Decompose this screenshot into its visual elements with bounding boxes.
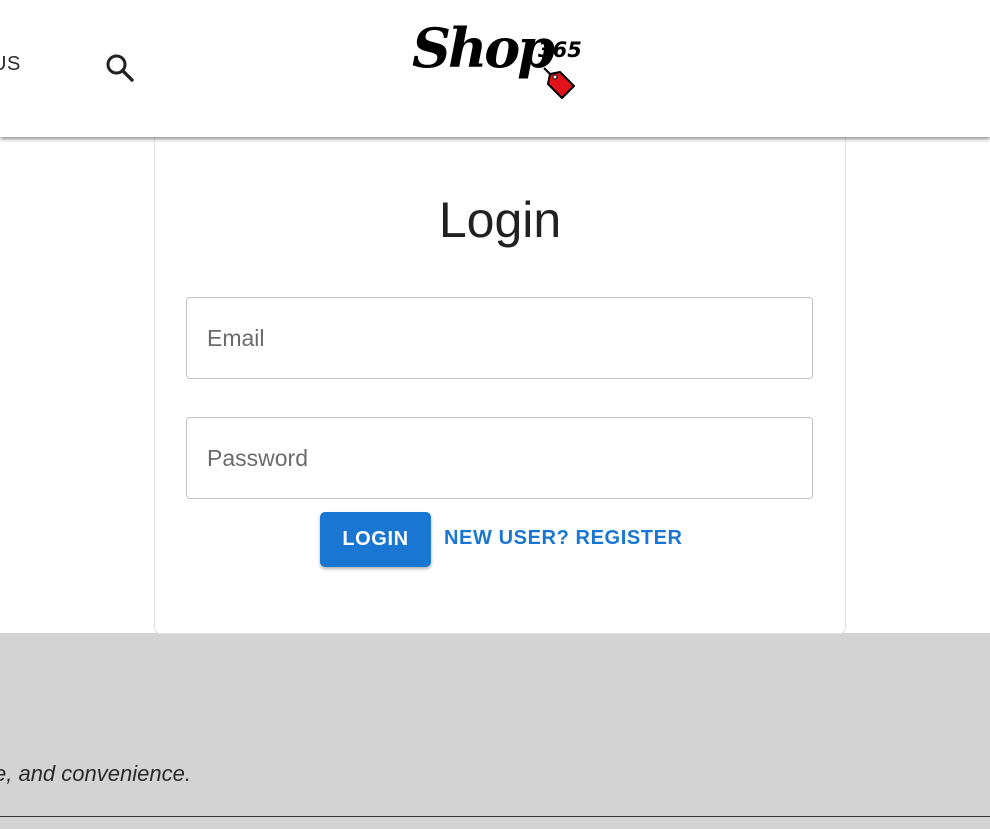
email-input[interactable] xyxy=(187,298,812,378)
footer-tagline: e, and convenience. xyxy=(0,761,191,786)
password-input[interactable] xyxy=(187,418,812,498)
price-tag-icon xyxy=(543,67,575,99)
site-header: US Shop 365 xyxy=(0,0,990,137)
nav-link-partial[interactable]: US xyxy=(0,53,21,76)
register-link[interactable]: NEW USER? REGISTER xyxy=(444,527,683,550)
email-field[interactable] xyxy=(186,297,813,379)
logo-number: 365 xyxy=(538,38,582,62)
login-card: Login LOGIN NEW USER? REGISTER xyxy=(154,120,846,634)
shop365-logo[interactable]: Shop 365 xyxy=(410,16,590,108)
logo-word: Shop xyxy=(412,16,555,80)
search-button[interactable] xyxy=(104,52,136,84)
page-title: Login xyxy=(438,192,562,248)
login-button[interactable]: LOGIN xyxy=(320,512,431,567)
search-icon xyxy=(106,54,134,82)
password-field[interactable] xyxy=(186,417,813,499)
footer-divider xyxy=(0,816,990,817)
site-footer: e, and convenience. xyxy=(0,633,990,829)
